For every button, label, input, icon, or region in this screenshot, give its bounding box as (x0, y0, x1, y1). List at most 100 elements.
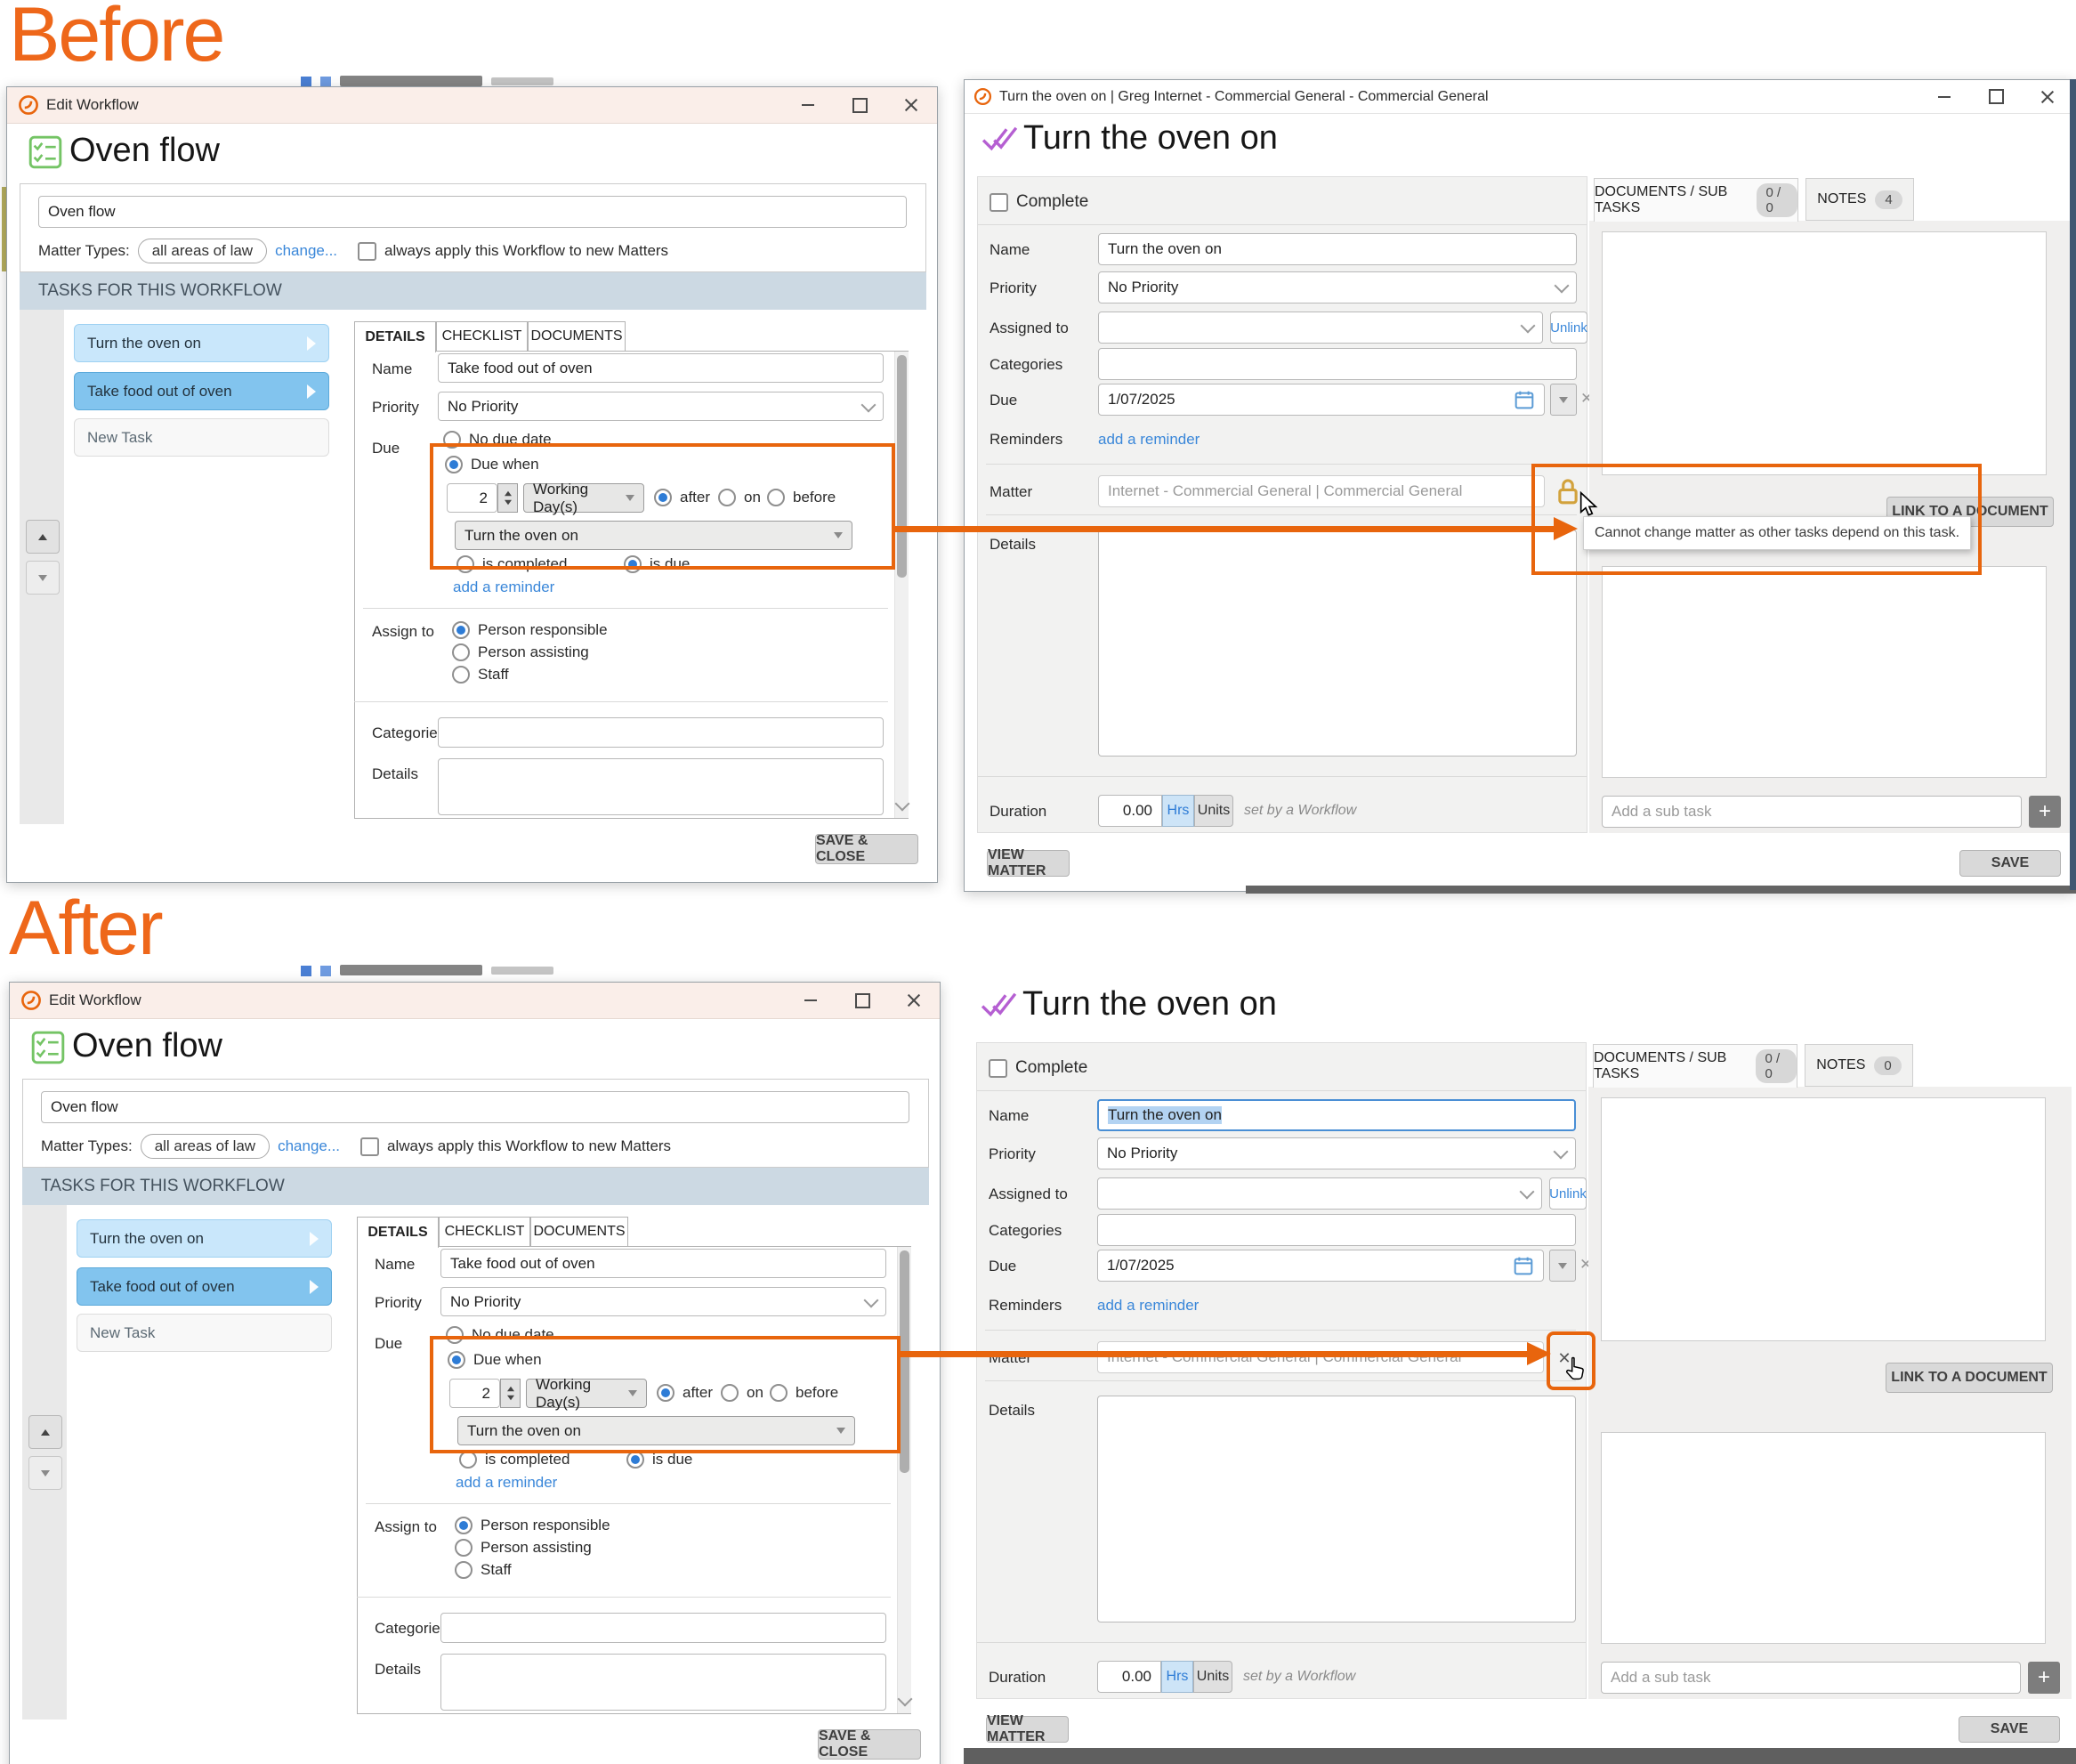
task-name-input[interactable]: Take food out of oven (438, 353, 884, 383)
categories-input[interactable] (1098, 348, 1577, 380)
tab-documents-subtasks[interactable]: DOCUMENTS / SUB TASKS 0 / 0 (1594, 178, 1798, 222)
unlink-button[interactable]: Unlink (1550, 312, 1587, 344)
always-apply-checkbox[interactable] (358, 242, 376, 261)
priority-select[interactable]: No Priority (1097, 1137, 1576, 1169)
assign-staff[interactable]: Staff (455, 1561, 512, 1579)
complete-checkbox-row[interactable]: Complete (990, 192, 1088, 212)
details-textarea[interactable] (1097, 1396, 1576, 1622)
tab-documents[interactable]: DOCUMENTS (530, 1217, 628, 1247)
documents-list[interactable] (1601, 1097, 2046, 1341)
add-subtask-input[interactable]: Add a sub task (1602, 796, 2022, 828)
tab-notes[interactable]: NOTES 4 (1805, 178, 1914, 221)
always-apply-checkbox[interactable] (360, 1137, 379, 1156)
window-titlebar[interactable]: Edit Workflow (7, 87, 937, 124)
change-link[interactable]: change... (278, 1137, 340, 1155)
task-name-input-focused[interactable]: Turn the oven on (1097, 1099, 1576, 1131)
is-due-option[interactable]: is due (626, 1451, 692, 1469)
task-item-new-task[interactable]: New Task (77, 1314, 332, 1352)
move-task-down-button[interactable] (26, 561, 60, 595)
tab-details[interactable]: DETAILS (357, 1217, 439, 1248)
assigned-to-select[interactable] (1097, 1177, 1542, 1210)
details-textarea[interactable] (440, 1654, 886, 1711)
is-completed-option[interactable]: is completed (459, 1451, 569, 1469)
calendar-icon[interactable] (1514, 389, 1535, 410)
duration-units-button[interactable]: Units (1194, 795, 1233, 827)
minimize-button[interactable] (782, 87, 834, 123)
window-titlebar[interactable]: Turn the oven on | Greg Internet - Comme… (965, 80, 2073, 114)
task-item-take-food-out[interactable]: Take food out of oven (74, 372, 329, 410)
categories-input[interactable] (438, 717, 884, 748)
priority-select[interactable]: No Priority (438, 392, 884, 421)
duration-input[interactable]: 0.00 (1097, 1661, 1161, 1693)
move-task-up-button[interactable] (28, 1415, 62, 1449)
tab-notes[interactable]: NOTES 0 (1805, 1044, 1913, 1087)
duration-hrs-button[interactable]: Hrs (1161, 1661, 1193, 1693)
subtasks-list[interactable] (1602, 566, 2047, 778)
priority-select[interactable]: No Priority (440, 1287, 886, 1316)
save-close-button[interactable]: SAVE & CLOSE (815, 834, 918, 864)
save-button[interactable]: SAVE (1959, 850, 2061, 877)
tab-details[interactable]: DETAILS (354, 321, 436, 352)
minimize-button[interactable] (785, 983, 836, 1018)
assigned-to-select[interactable] (1098, 312, 1543, 344)
calendar-icon[interactable] (1513, 1255, 1534, 1276)
save-close-button[interactable]: SAVE & CLOSE (818, 1729, 921, 1760)
due-date-dropdown-button[interactable] (1550, 384, 1577, 416)
view-matter-button[interactable]: VIEW MATTER (987, 850, 1070, 877)
assign-person-responsible[interactable]: Person responsible (455, 1517, 610, 1534)
tab-documents-subtasks[interactable]: DOCUMENTS / SUB TASKS 0 / 0 (1593, 1044, 1797, 1088)
task-item-turn-oven-on[interactable]: Turn the oven on (77, 1219, 332, 1258)
unlink-button[interactable]: Unlink (1549, 1177, 1587, 1210)
close-button[interactable] (888, 983, 940, 1018)
save-button[interactable]: SAVE (1959, 1716, 2060, 1743)
due-date-input[interactable]: 1/07/2025 (1097, 1250, 1544, 1282)
tab-checklist[interactable]: CHECKLIST (439, 1217, 530, 1247)
due-date-input[interactable]: 1/07/2025 (1098, 384, 1545, 416)
move-task-down-button[interactable] (28, 1456, 62, 1490)
add-subtask-input[interactable]: Add a sub task (1601, 1662, 2021, 1694)
assign-person-assisting[interactable]: Person assisting (452, 643, 589, 661)
details-scrollbar[interactable] (897, 1247, 911, 1713)
tab-documents[interactable]: DOCUMENTS (528, 321, 626, 352)
add-reminder-link[interactable]: add a reminder (1097, 1297, 1199, 1315)
view-matter-button[interactable]: VIEW MATTER (986, 1716, 1069, 1743)
subtasks-list[interactable] (1601, 1432, 2046, 1644)
add-subtask-button[interactable]: + (2029, 796, 2061, 828)
change-link[interactable]: change... (275, 242, 337, 260)
duration-input[interactable]: 0.00 (1098, 795, 1162, 827)
matter-types-pill[interactable]: all areas of law (138, 239, 267, 263)
task-name-input[interactable]: Take food out of oven (440, 1249, 886, 1278)
maximize-button[interactable] (834, 87, 885, 123)
minimize-button[interactable] (1918, 79, 1970, 115)
close-button[interactable] (885, 87, 937, 123)
details-textarea[interactable] (1098, 530, 1577, 757)
task-item-new-task[interactable]: New Task (74, 418, 329, 457)
add-reminder-link[interactable]: add a reminder (453, 579, 554, 596)
workflow-name-input[interactable]: Oven flow (41, 1091, 909, 1123)
assign-person-assisting[interactable]: Person assisting (455, 1539, 592, 1557)
details-textarea[interactable] (438, 758, 884, 815)
add-reminder-link[interactable]: add a reminder (1098, 431, 1200, 449)
assign-staff[interactable]: Staff (452, 666, 509, 684)
link-to-document-button[interactable]: LINK TO A DOCUMENT (1886, 1363, 2053, 1393)
task-item-turn-oven-on[interactable]: Turn the oven on (74, 324, 329, 362)
details-scrollbar[interactable] (894, 352, 909, 818)
duration-hrs-button[interactable]: Hrs (1162, 795, 1194, 827)
window-titlebar[interactable]: Edit Workflow (10, 983, 940, 1019)
duration-units-button[interactable]: Units (1193, 1661, 1232, 1693)
close-button[interactable] (2022, 79, 2073, 115)
maximize-button[interactable] (1970, 79, 2022, 115)
task-item-take-food-out[interactable]: Take food out of oven (77, 1267, 332, 1306)
maximize-button[interactable] (836, 983, 888, 1018)
categories-input[interactable] (440, 1613, 886, 1643)
priority-select[interactable]: No Priority (1098, 271, 1577, 303)
documents-list[interactable] (1602, 231, 2047, 475)
assign-person-responsible[interactable]: Person responsible (452, 621, 608, 639)
move-task-up-button[interactable] (26, 520, 60, 554)
tab-checklist[interactable]: CHECKLIST (436, 321, 528, 352)
complete-checkbox-row[interactable]: Complete (989, 1058, 1087, 1078)
add-reminder-link[interactable]: add a reminder (456, 1474, 557, 1492)
due-date-dropdown-button[interactable] (1549, 1250, 1576, 1282)
categories-input[interactable] (1097, 1214, 1576, 1246)
matter-types-pill[interactable]: all areas of law (141, 1134, 270, 1159)
